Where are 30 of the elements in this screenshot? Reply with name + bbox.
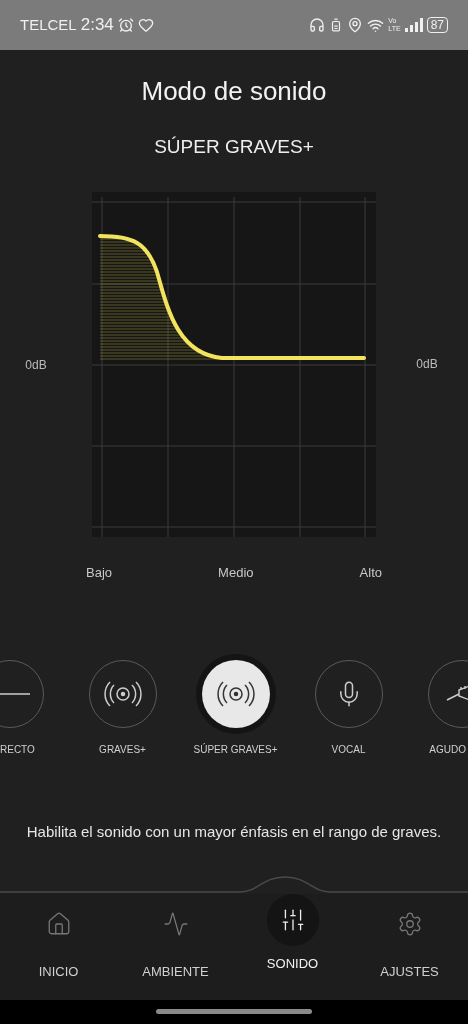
heart-icon — [137, 17, 154, 33]
pulse-icon — [162, 910, 189, 937]
location-icon — [347, 17, 364, 33]
nav-tab[interactable]: SONIDO — [234, 893, 351, 1000]
band-label: Medio — [218, 563, 254, 582]
battery-level: 87 — [426, 17, 448, 33]
signal-icon — [404, 18, 423, 32]
nav-tab[interactable]: INICIO — [0, 893, 117, 1000]
nav-tab[interactable]: AJUSTES — [351, 893, 468, 1000]
nav-tab[interactable]: AMBIENTE — [117, 893, 234, 1000]
mode-label: GRAVES+ — [99, 744, 146, 755]
clock: 2:34 — [80, 14, 114, 37]
page-title: Modo de sonido — [140, 75, 328, 108]
speaker-waves-icon — [102, 679, 143, 709]
band-label: Bajo — [86, 563, 113, 582]
mode-label: SÚPER GRAVES+ — [193, 744, 278, 755]
line-icon — [0, 692, 30, 696]
alarm-icon — [117, 17, 134, 33]
gain-label: 0dB — [416, 356, 438, 373]
carrier-name: TELCEL — [20, 14, 77, 35]
mode-label: RECTO — [0, 744, 35, 755]
mode-name: SÚPER GRAVES+ — [153, 135, 315, 159]
home-indicator[interactable] — [156, 1009, 312, 1015]
band-label: Alto — [359, 563, 382, 582]
mode-description: Habilita el sonido con un mayor énfasis en el rango de graves. — [25, 822, 443, 842]
headphones-icon — [309, 17, 326, 33]
speaker-waves-icon — [215, 679, 256, 709]
gain-label: 0dB — [25, 357, 47, 374]
mode-label: VOCAL — [331, 744, 366, 755]
mode-label: AGUDO — [429, 744, 466, 755]
